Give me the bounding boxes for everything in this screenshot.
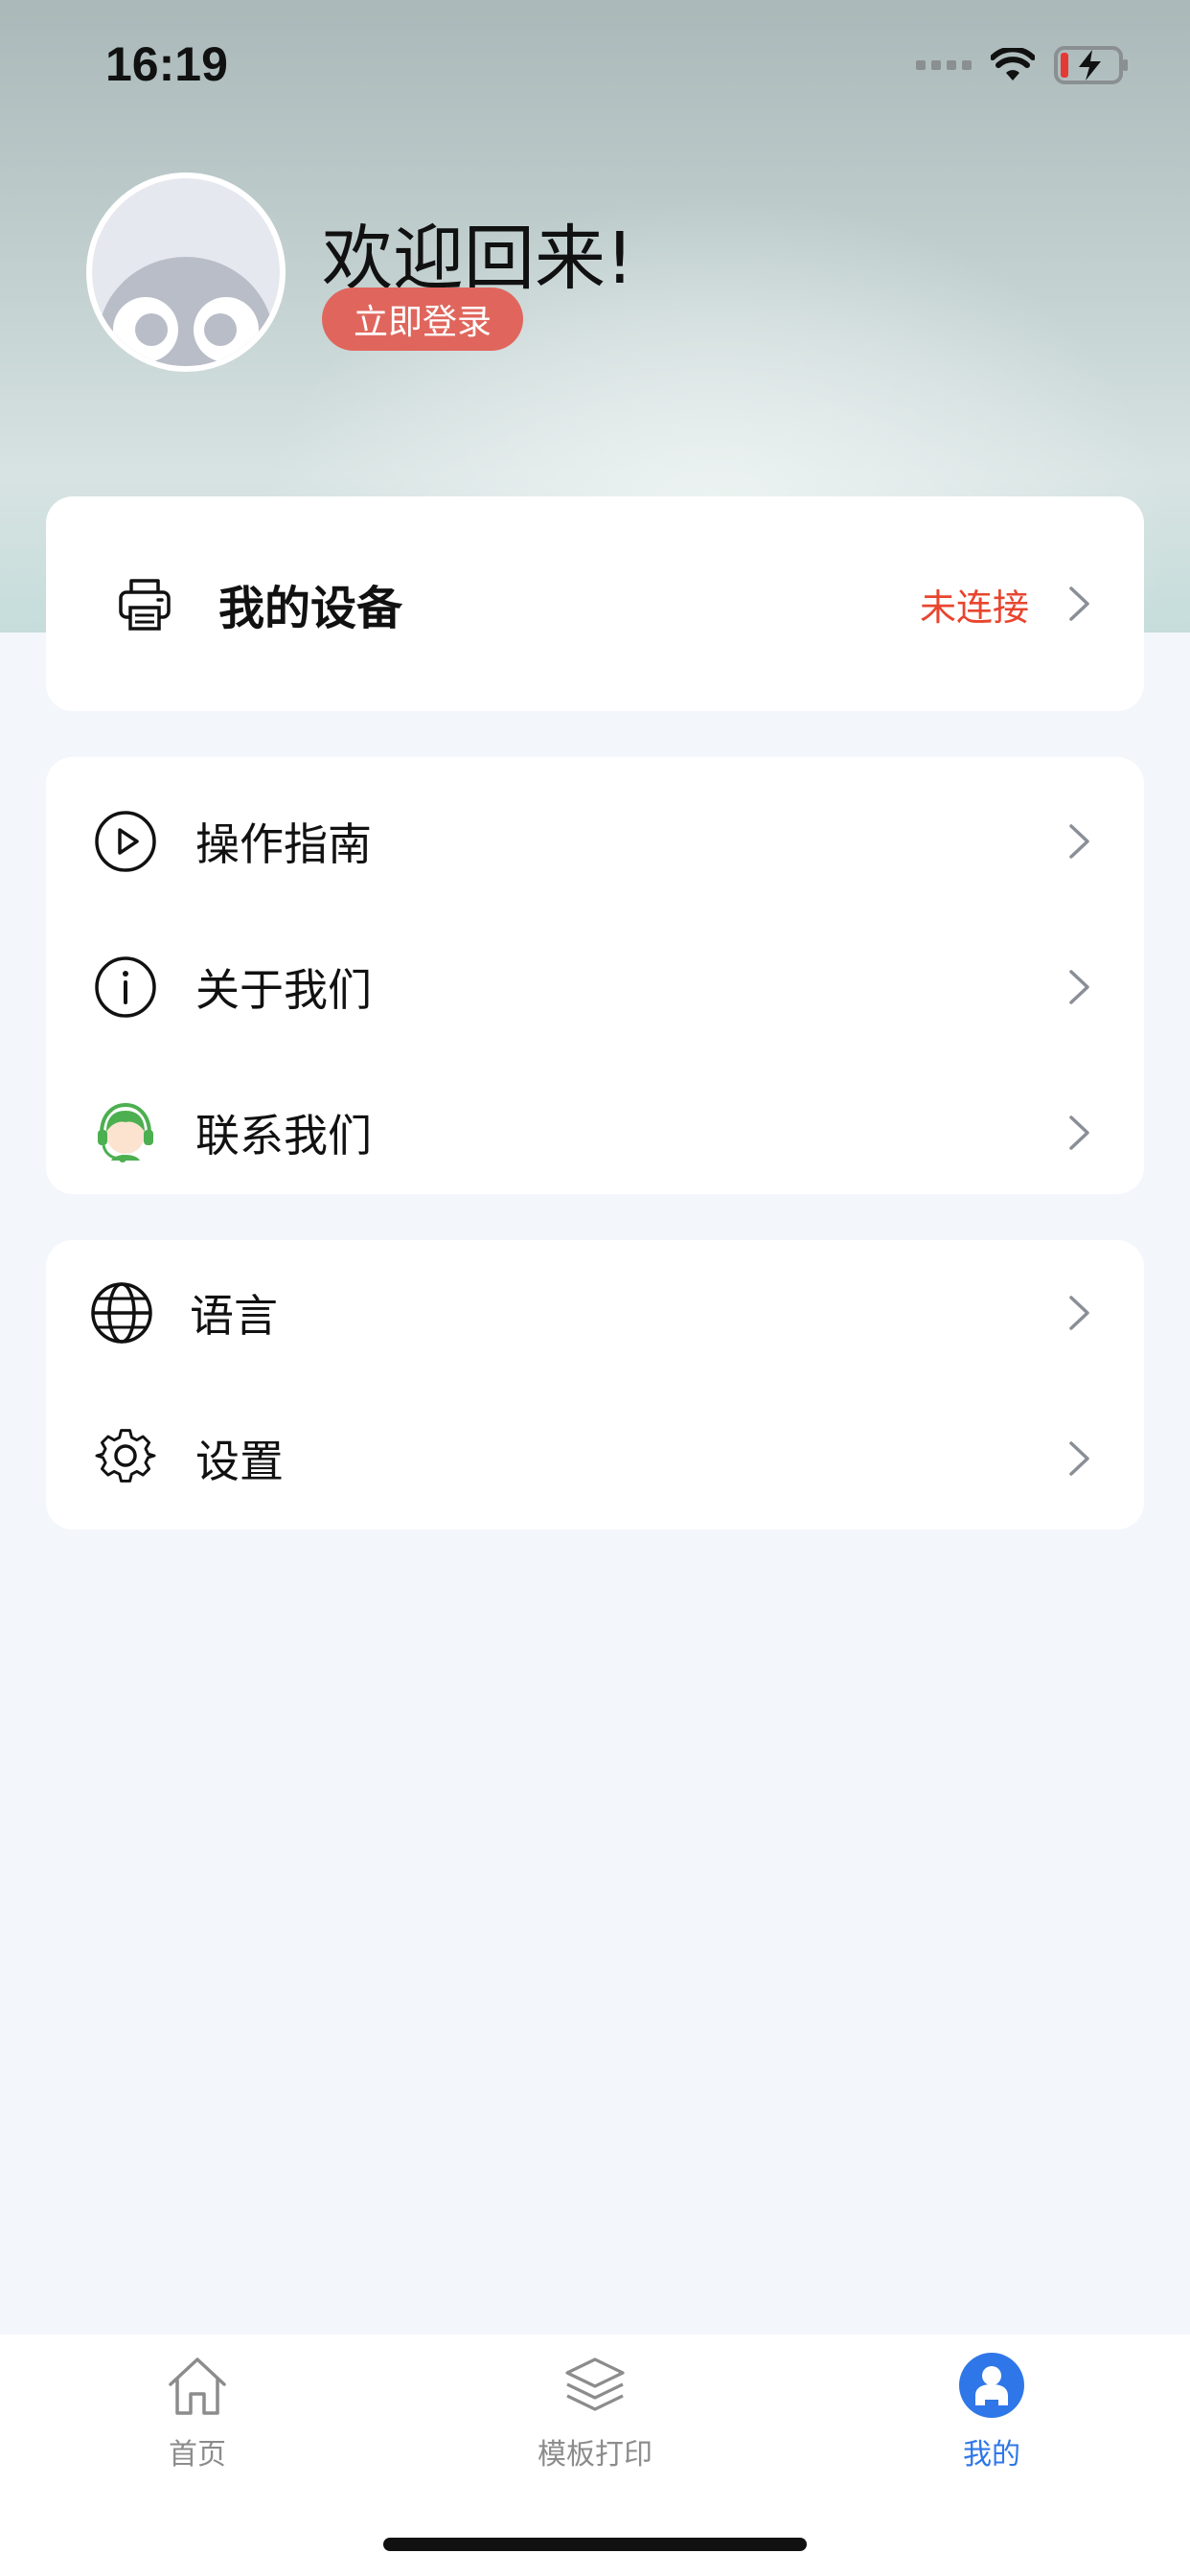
menu-item-label: 语言 xyxy=(190,1290,278,1342)
user-icon xyxy=(958,2352,1025,2419)
signal-icon xyxy=(916,60,972,70)
default-avatar-icon xyxy=(92,178,280,366)
info-circle-icon xyxy=(94,955,157,1019)
customer-service-icon xyxy=(94,1101,157,1164)
gear-icon xyxy=(94,1427,157,1490)
tab-home[interactable]: 首页 xyxy=(102,2352,293,2496)
status-time: 16:19 xyxy=(105,37,228,91)
tab-template-print[interactable]: 模板打印 xyxy=(499,2352,691,2496)
menu-item-label: 联系我们 xyxy=(195,1110,372,1162)
menu-item-contact[interactable]: 联系我们 xyxy=(46,1060,1144,1206)
wifi-icon xyxy=(991,48,1035,80)
login-button[interactable]: 立即登录 xyxy=(322,288,523,351)
menu-item-label: 操作指南 xyxy=(195,818,372,870)
menu-item-guide[interactable]: 操作指南 xyxy=(46,769,1144,914)
layers-icon xyxy=(561,2352,629,2419)
tab-label: 模板打印 xyxy=(538,2438,652,2472)
menu-item-about[interactable]: 关于我们 xyxy=(46,914,1144,1060)
avatar[interactable] xyxy=(86,172,286,372)
device-status: 未连接 xyxy=(919,586,1029,629)
battery-charging-icon xyxy=(1054,46,1128,84)
my-device-label: 我的设备 xyxy=(218,582,403,635)
settings-menu-card: 语言 设置 xyxy=(46,1240,1144,1530)
my-device-row[interactable]: 我的设备 未连接 xyxy=(46,531,1144,677)
chevron-right-icon xyxy=(1069,824,1089,859)
status-icons xyxy=(916,42,1131,88)
menu-item-settings[interactable]: 设置 xyxy=(46,1386,1144,1531)
home-indicator xyxy=(383,2538,807,2551)
chevron-right-icon xyxy=(1069,1116,1089,1150)
chevron-right-icon xyxy=(1069,1441,1089,1476)
tab-label: 首页 xyxy=(169,2438,226,2472)
menu-item-label: 关于我们 xyxy=(195,964,372,1016)
menu-item-label: 设置 xyxy=(195,1436,284,1487)
globe-icon xyxy=(90,1281,153,1345)
tab-mine[interactable]: 我的 xyxy=(896,2352,1087,2496)
device-card: 我的设备 未连接 xyxy=(46,496,1144,711)
chevron-right-icon xyxy=(1069,1296,1089,1330)
chevron-right-icon xyxy=(1069,970,1089,1004)
printer-icon xyxy=(113,572,176,635)
play-circle-icon xyxy=(94,810,157,873)
chevron-right-icon xyxy=(1069,586,1089,621)
help-menu-card: 操作指南 关于我们 联系我们 xyxy=(46,757,1144,1194)
menu-item-language[interactable]: 语言 xyxy=(46,1240,1144,1386)
home-icon xyxy=(164,2352,231,2419)
tab-label: 我的 xyxy=(963,2438,1020,2472)
